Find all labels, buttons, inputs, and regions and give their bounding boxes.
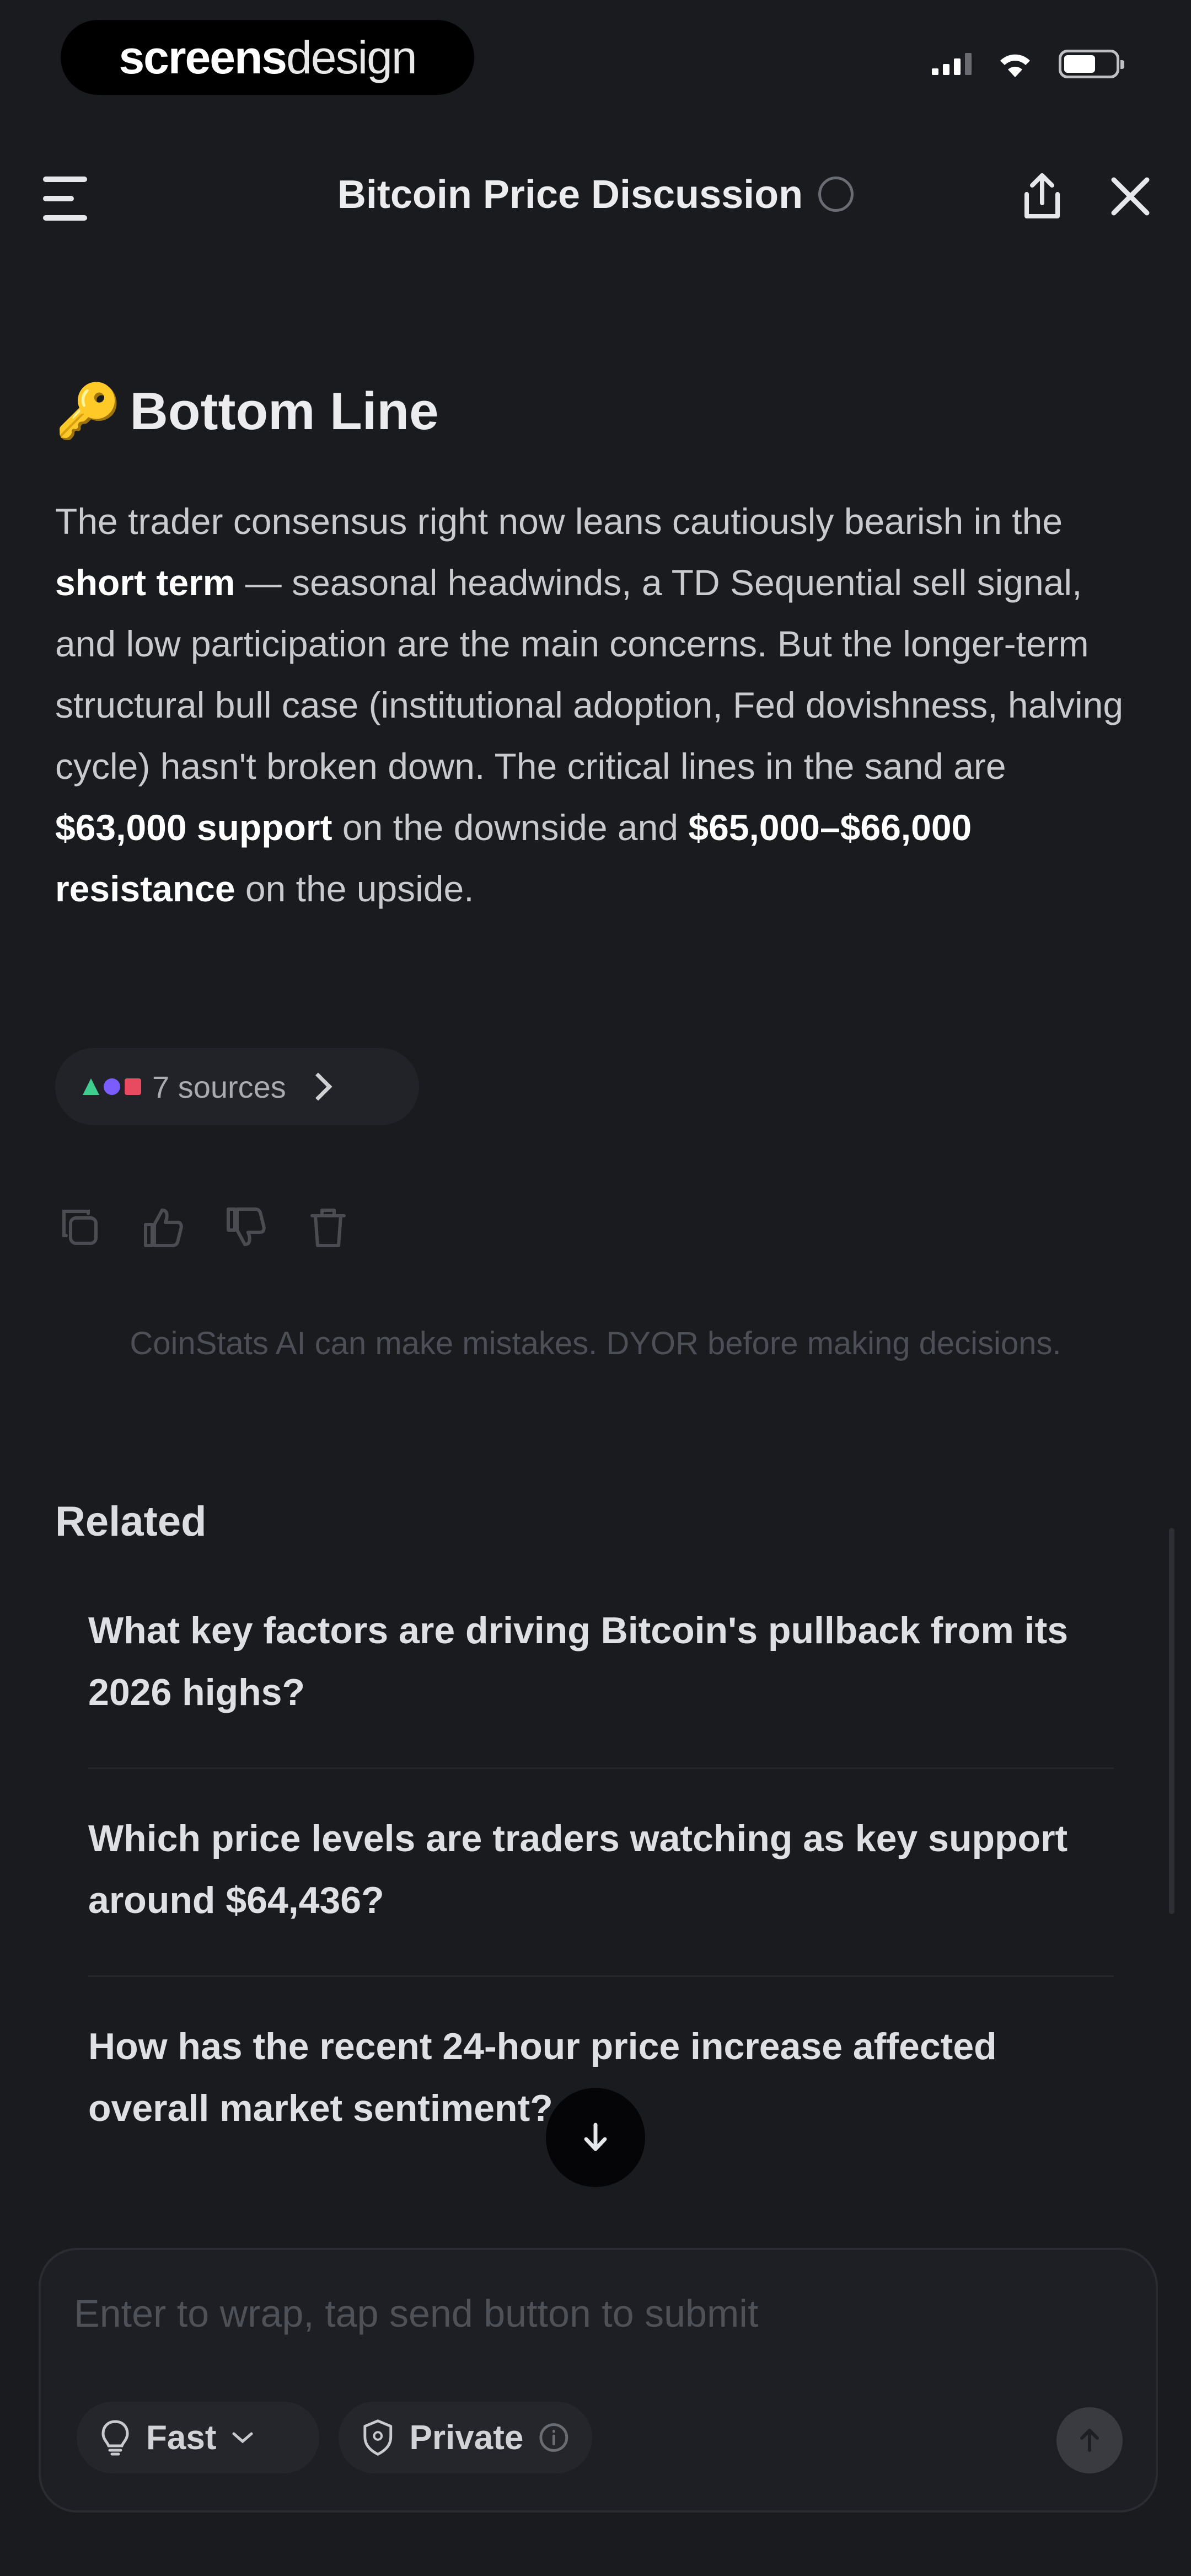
source-icon-3 — [125, 1078, 141, 1095]
key-icon: 🔑 — [55, 382, 121, 441]
message-input[interactable] — [74, 2283, 1099, 2344]
brand-bold: screens — [119, 31, 287, 83]
chat-header: Bitcoin Price Discussion — [0, 138, 1191, 248]
privacy-label: Private — [409, 2418, 524, 2457]
screen: screensdesign Bitcoin Price Discussion — [0, 0, 1191, 2576]
arrow-up-icon — [1080, 2429, 1099, 2452]
section-heading-text: Bottom Line — [130, 382, 439, 441]
brand-light: design — [286, 31, 417, 83]
mode-label: Fast — [146, 2418, 217, 2457]
source-icon-1 — [83, 1078, 99, 1095]
sources-button[interactable]: 7 sources — [55, 1048, 419, 1125]
privacy-toggle[interactable]: Private — [339, 2402, 592, 2473]
wifi-icon — [1000, 54, 1030, 77]
chat-title-text: Bitcoin Price Discussion — [337, 173, 803, 217]
chevron-right-icon — [304, 1072, 332, 1101]
ai-disclaimer: CoinStats AI can make mistakes. DYOR bef… — [130, 1326, 1061, 1361]
arrow-down-icon — [584, 2123, 607, 2151]
chat-title: Bitcoin Price Discussion — [0, 172, 1191, 217]
info-icon[interactable] — [818, 176, 854, 212]
scroll-to-bottom-button[interactable] — [546, 2088, 645, 2187]
message-composer: Fast Private — [39, 2248, 1158, 2513]
related-question[interactable]: Which price levels are traders watching … — [88, 1808, 1114, 1977]
lightbulb-icon — [101, 2420, 129, 2456]
mode-selector[interactable]: Fast — [77, 2402, 319, 2473]
source-favicons — [83, 1078, 141, 1095]
source-icon-2 — [104, 1078, 120, 1095]
related-heading: Related — [55, 1498, 207, 1545]
answer-paragraph: The trader consensus right now leans cau… — [55, 501, 1124, 909]
section-heading: 🔑 Bottom Line — [55, 381, 438, 442]
bold-support: $63,000 support — [55, 807, 332, 848]
bold-short-term: short term — [55, 562, 235, 603]
brand-watermark: screens design — [61, 20, 474, 95]
thumbs-down-icon[interactable] — [221, 1203, 270, 1252]
close-icon[interactable] — [1103, 169, 1158, 224]
status-bar: screens design — [0, 0, 1191, 116]
info-icon[interactable] — [538, 2421, 570, 2454]
send-button[interactable] — [1056, 2407, 1123, 2473]
delete-icon[interactable] — [303, 1203, 353, 1252]
copy-icon[interactable] — [55, 1203, 105, 1252]
sources-label: 7 sources — [152, 1069, 286, 1104]
scrollbar[interactable] — [1169, 1528, 1174, 1914]
shield-icon — [363, 2419, 393, 2456]
chevron-down-icon — [232, 2432, 253, 2444]
cellular-signal-icon — [932, 53, 972, 75]
share-icon[interactable] — [1015, 169, 1070, 224]
thumbs-up-icon[interactable] — [138, 1203, 187, 1252]
battery-icon — [1059, 50, 1124, 78]
related-question[interactable]: What key factors are driving Bitcoin's p… — [88, 1600, 1114, 1769]
status-icons — [932, 50, 1124, 78]
message-actions — [55, 1203, 353, 1252]
